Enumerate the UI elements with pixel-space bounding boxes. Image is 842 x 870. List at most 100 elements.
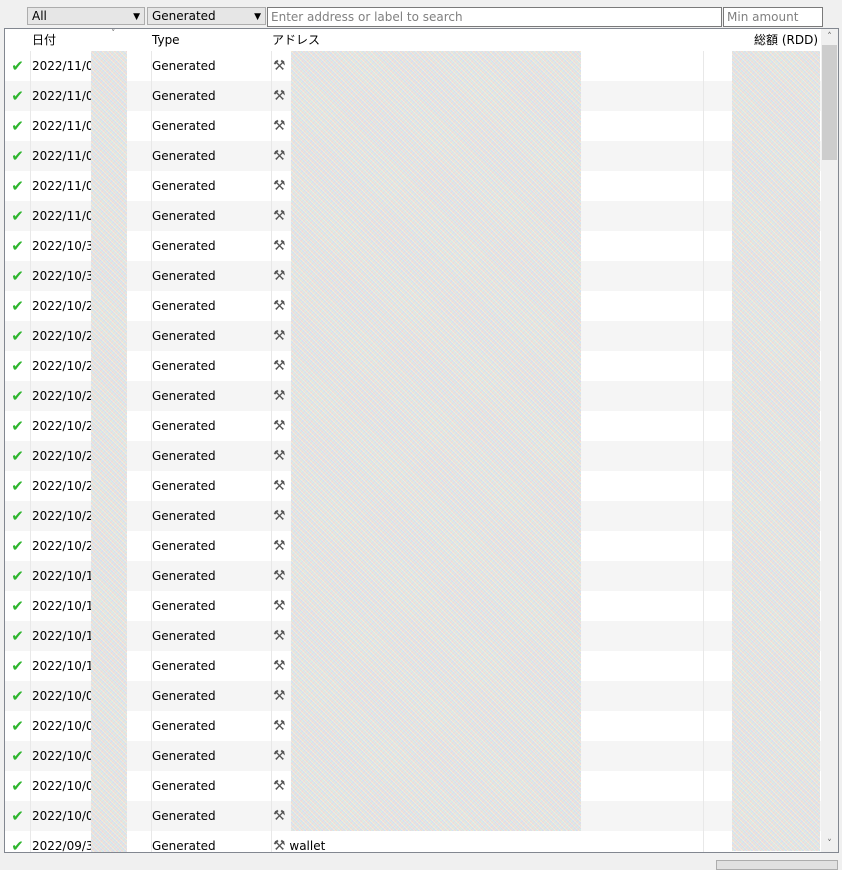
confirmed-check-icon: ✔ [11, 417, 24, 435]
filter-bar: All ▼ Generated ▼ Enter address or label… [0, 7, 842, 27]
header-address[interactable]: アドレス [271, 29, 702, 51]
confirmed-check-icon: ✔ [11, 87, 24, 105]
mined-pickaxe-icon: ⚒ [273, 358, 286, 374]
type-cell: Generated [151, 621, 272, 651]
status-cell: ✔ [5, 351, 31, 381]
type-cell: Generated [151, 351, 272, 381]
status-cell: ✔ [5, 261, 31, 291]
status-cell: ✔ [5, 171, 31, 201]
confirmed-check-icon: ✔ [11, 537, 24, 555]
type-filter-value: Generated [152, 9, 216, 23]
type-cell: Generated [151, 81, 272, 111]
status-cell: ✔ [5, 51, 31, 81]
confirmed-check-icon: ✔ [11, 747, 24, 765]
confirmed-check-icon: ✔ [11, 597, 24, 615]
type-value: Generated [152, 59, 216, 73]
type-cell: Generated [151, 681, 272, 711]
status-cell: ✔ [5, 591, 31, 621]
status-cell: ✔ [5, 711, 31, 741]
footer-button[interactable] [716, 860, 838, 870]
mined-pickaxe-icon: ⚒ [273, 808, 286, 824]
header-type[interactable]: Type [151, 29, 272, 51]
type-cell: Generated [151, 51, 272, 81]
confirmed-check-icon: ✔ [11, 357, 24, 375]
status-cell: ✔ [5, 381, 31, 411]
type-cell: Generated [151, 441, 272, 471]
type-value: Generated [152, 839, 216, 853]
type-cell: Generated [151, 411, 272, 441]
type-value: Generated [152, 629, 216, 643]
type-cell: Generated [151, 471, 272, 501]
table-row[interactable]: ✔ 2022/09/30 Generated ⚒ wallet [5, 831, 823, 853]
type-filter-combobox[interactable]: Generated ▼ [147, 7, 266, 25]
status-cell: ✔ [5, 741, 31, 771]
scrollbar-thumb[interactable] [822, 45, 837, 160]
vertical-scrollbar[interactable]: ˄ ˅ [821, 29, 838, 852]
dropdown-arrow-icon: ▼ [133, 12, 140, 22]
header-amount[interactable]: 総額 (RDD) [702, 29, 818, 51]
confirmed-check-icon: ✔ [11, 447, 24, 465]
type-value: Generated [152, 119, 216, 133]
type-value: Generated [152, 719, 216, 733]
type-cell: Generated [151, 321, 272, 351]
type-cell: Generated [151, 771, 272, 801]
type-value: Generated [152, 539, 216, 553]
confirmed-check-icon: ✔ [11, 207, 24, 225]
confirmed-check-icon: ✔ [11, 657, 24, 675]
table-header: 日付 ˅ Type アドレス 総額 (RDD) [5, 29, 823, 51]
type-cell: Generated [151, 741, 272, 771]
type-cell: Generated [151, 561, 272, 591]
redacted-address-area [291, 51, 581, 831]
mined-pickaxe-icon: ⚒ [273, 598, 286, 614]
mined-pickaxe-icon: ⚒ [273, 838, 286, 853]
sort-indicator-icon: ˅ [111, 29, 116, 39]
type-value: Generated [152, 689, 216, 703]
type-value: Generated [152, 659, 216, 673]
type-cell: Generated [151, 231, 272, 261]
type-value: Generated [152, 389, 216, 403]
scroll-up-icon[interactable]: ˄ [821, 29, 838, 45]
confirmed-check-icon: ✔ [11, 117, 24, 135]
type-value: Generated [152, 209, 216, 223]
type-cell: Generated [151, 801, 272, 831]
type-value: Generated [152, 749, 216, 763]
mined-pickaxe-icon: ⚒ [273, 418, 286, 434]
mined-pickaxe-icon: ⚒ [273, 748, 286, 764]
address-cell: ⚒ wallet [271, 831, 704, 853]
status-cell: ✔ [5, 561, 31, 591]
mined-pickaxe-icon: ⚒ [273, 178, 286, 194]
status-cell: ✔ [5, 201, 31, 231]
type-cell: Generated [151, 501, 272, 531]
address-search-input[interactable]: Enter address or label to search [267, 7, 722, 27]
type-value: Generated [152, 89, 216, 103]
mined-pickaxe-icon: ⚒ [273, 688, 286, 704]
scroll-down-icon[interactable]: ˅ [821, 836, 838, 852]
status-cell: ✔ [5, 141, 31, 171]
confirmed-check-icon: ✔ [11, 237, 24, 255]
mined-pickaxe-icon: ⚒ [273, 538, 286, 554]
status-cell: ✔ [5, 531, 31, 561]
type-value: Generated [152, 449, 216, 463]
confirmed-check-icon: ✔ [11, 147, 24, 165]
status-cell: ✔ [5, 291, 31, 321]
confirmed-check-icon: ✔ [11, 297, 24, 315]
type-cell: Generated [151, 591, 272, 621]
confirmed-check-icon: ✔ [11, 567, 24, 585]
type-cell: Generated [151, 711, 272, 741]
confirmed-check-icon: ✔ [11, 387, 24, 405]
confirmed-check-icon: ✔ [11, 807, 24, 825]
mined-pickaxe-icon: ⚒ [273, 508, 286, 524]
type-value: Generated [152, 149, 216, 163]
status-cell: ✔ [5, 501, 31, 531]
type-cell: Generated [151, 381, 272, 411]
confirmed-check-icon: ✔ [11, 177, 24, 195]
date-filter-value: All [32, 9, 47, 23]
header-date[interactable]: 日付 ˅ [31, 29, 152, 51]
confirmed-check-icon: ✔ [11, 507, 24, 525]
address-search-placeholder: Enter address or label to search [271, 10, 463, 24]
min-amount-input[interactable]: Min amount [723, 7, 823, 27]
type-value: Generated [152, 569, 216, 583]
date-filter-combobox[interactable]: All ▼ [27, 7, 145, 25]
mined-pickaxe-icon: ⚒ [273, 88, 286, 104]
confirmed-check-icon: ✔ [11, 687, 24, 705]
